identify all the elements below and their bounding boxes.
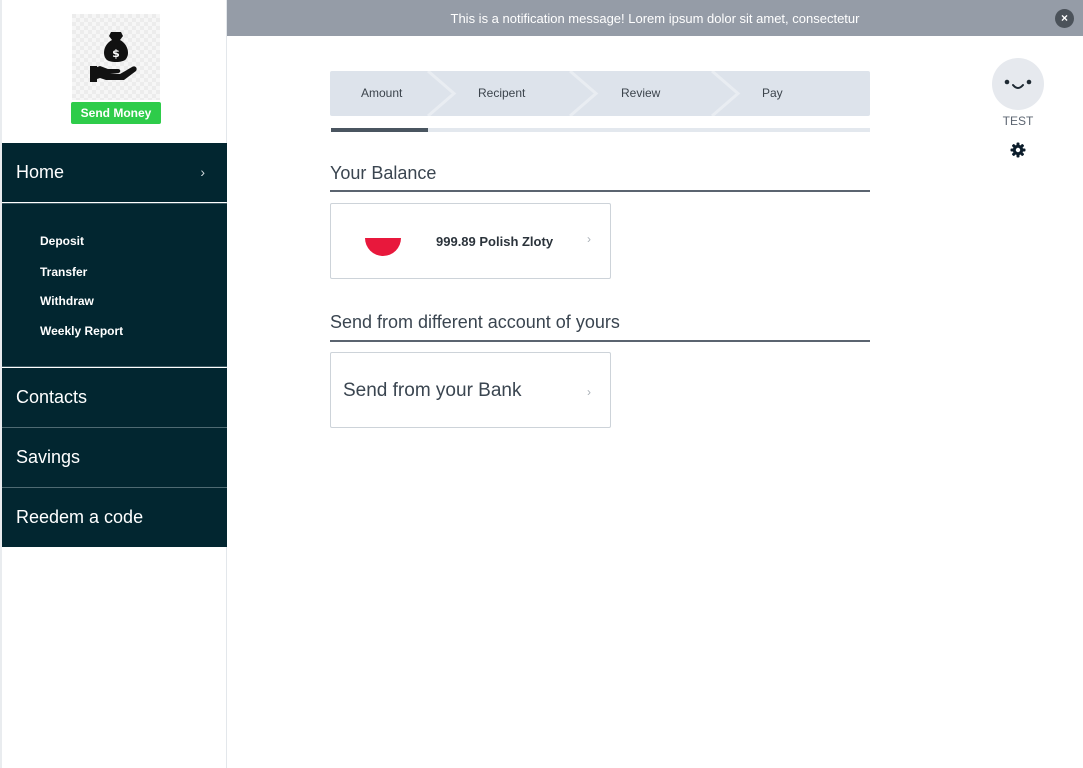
step-separator xyxy=(711,71,741,116)
step-separator xyxy=(427,71,457,116)
notification-message: This is a notification message! Lorem ip… xyxy=(450,11,860,26)
submenu-item-deposit[interactable]: Deposit xyxy=(40,234,84,248)
close-icon[interactable]: × xyxy=(1055,9,1074,28)
app: $ Send Money Home › Deposit Transfer Wit… xyxy=(0,0,1083,768)
step-amount[interactable]: Amount xyxy=(361,71,402,116)
sidebar: $ Send Money Home › Deposit Transfer Wit… xyxy=(0,0,227,768)
sidebar-item-label: Savings xyxy=(16,447,81,467)
balance-card[interactable]: 999.89 Polish Zloty › xyxy=(330,203,611,279)
user-name: TEST xyxy=(1002,114,1034,128)
step-recipient[interactable]: Recipent xyxy=(478,71,525,116)
money-bag-hand-icon: $ xyxy=(90,32,137,82)
balance-amount: 999.89 Polish Zloty xyxy=(436,234,554,249)
sidebar-item-label: Home xyxy=(16,162,65,182)
sidebar-item-savings[interactable]: Savings xyxy=(2,428,227,487)
step-pay[interactable]: Pay xyxy=(762,71,783,116)
gear-icon[interactable] xyxy=(1010,142,1026,158)
step-separator xyxy=(569,71,599,116)
submenu-item-transfer[interactable]: Transfer xyxy=(40,265,87,279)
stepper: Amount Recipent Review Pay xyxy=(330,71,870,116)
smiley-face-icon xyxy=(1004,79,1032,89)
home-submenu: Deposit Transfer Withdraw Weekly Report xyxy=(2,203,227,367)
sidebar-item-label: Reedem a code xyxy=(16,507,144,527)
section-divider xyxy=(330,340,870,342)
sidebar-item-label: Contacts xyxy=(16,387,88,407)
chevron-right-icon: › xyxy=(200,164,205,180)
section-divider xyxy=(330,190,870,192)
chevron-right-icon: › xyxy=(587,385,591,399)
avatar[interactable] xyxy=(992,58,1044,110)
other-account-title: Send from different account of yours xyxy=(330,312,620,332)
chevron-right-icon: › xyxy=(587,232,591,246)
balance-title: Your Balance xyxy=(330,163,437,183)
submenu-item-withdraw[interactable]: Withdraw xyxy=(40,294,94,308)
step-progress-fill xyxy=(331,128,429,132)
step-review[interactable]: Review xyxy=(621,71,660,116)
send-from-bank-label: Send from your Bank xyxy=(343,380,522,401)
send-from-bank-card[interactable]: Send from your Bank › xyxy=(330,352,611,428)
sidebar-item-redeem-code[interactable]: Reedem a code xyxy=(2,488,227,547)
poland-flag-icon xyxy=(365,238,401,256)
notification-bar: This is a notification message! Lorem ip… xyxy=(227,0,1083,36)
step-progress-bar xyxy=(331,128,870,132)
sidebar-item-home[interactable]: Home › xyxy=(2,143,227,202)
brand-logo: $ xyxy=(72,14,160,100)
svg-text:$: $ xyxy=(112,47,120,60)
send-money-button[interactable]: Send Money xyxy=(71,102,161,124)
submenu-item-weekly-report[interactable]: Weekly Report xyxy=(40,324,123,338)
sidebar-item-contacts[interactable]: Contacts xyxy=(2,368,227,427)
